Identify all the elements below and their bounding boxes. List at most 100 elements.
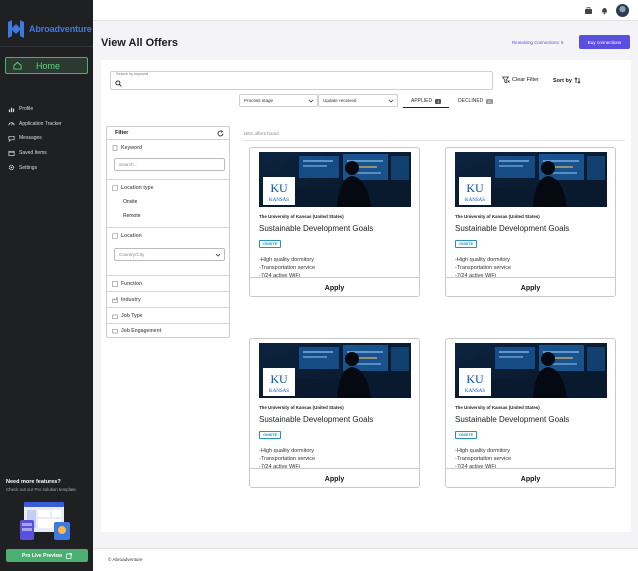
bell-icon[interactable] — [600, 6, 609, 15]
filter-section-function[interactable]: Function — [107, 276, 229, 292]
chevron-down-icon — [388, 99, 394, 103]
filter-section-industry[interactable]: Industry — [107, 292, 229, 308]
top-bar — [93, 0, 638, 21]
filter-location-text: Location — [121, 233, 142, 239]
university-logo-subtext: KANSAS — [269, 198, 289, 203]
remaining-connections: Remaining Connections: 5 — [512, 40, 564, 45]
filter-section-keyword: Keyword Search... — [107, 140, 229, 180]
filter-location-type-label: Location type — [112, 185, 154, 191]
filter-keyword-input[interactable]: Search... — [114, 158, 225, 171]
location-option-onsite[interactable]: Onsite — [123, 199, 137, 205]
offer-perk: -Transportation service — [259, 456, 316, 462]
filter-keyword-placeholder: Search... — [119, 162, 138, 167]
gauge-icon — [8, 122, 15, 126]
university-logo-subtext: KANSAS — [465, 389, 485, 394]
update-received-select[interactable]: Update received — [318, 94, 398, 107]
offer-university: The University of Kansas (United States) — [259, 214, 344, 219]
location-select[interactable]: Country/City — [114, 248, 225, 261]
sidebar-item-application-tracker[interactable]: Application Tracker — [8, 117, 62, 132]
apply-button[interactable]: Apply — [446, 278, 615, 296]
tab-declined-count: 0 — [486, 98, 493, 104]
offer-card[interactable]: KU KANSAS The University of Kansas (Unit… — [445, 338, 616, 488]
page-title: View All Offers — [101, 37, 179, 49]
logo-text: Abroadventure — [29, 24, 92, 34]
sidebar-item-label: Settings — [19, 164, 38, 171]
gear-icon — [8, 164, 15, 171]
filter-panel: Filter Keyword Search... Location type O… — [106, 126, 230, 338]
tab-applied-label: APPLIED — [411, 98, 433, 104]
location-placeholder: Country/City — [119, 252, 145, 257]
sort-by-button[interactable]: Sort by — [553, 77, 581, 84]
filter-section-job-engagement[interactable]: Job Engagement — [107, 324, 229, 338]
offer-card-image: KU KANSAS — [259, 152, 411, 207]
filter-keyword-text: Keyword — [121, 145, 143, 151]
logo[interactable]: Abroadventure — [6, 18, 92, 40]
apply-button[interactable]: Apply — [250, 469, 419, 487]
offers-panel: Search by keyword Clear Filter Sort by P… — [101, 60, 631, 532]
external-link-icon — [66, 552, 72, 559]
sidebar-item-profile[interactable]: Profile — [8, 102, 62, 117]
chat-icon — [8, 135, 15, 142]
filter-keyword-label: Keyword — [112, 145, 142, 151]
offer-university: The University of Kansas (United States) — [455, 405, 540, 410]
filter-job-type-label: Job Type — [112, 313, 143, 319]
clear-filter-button[interactable]: Clear Filter — [502, 76, 539, 84]
sidebar-nav: Profile Application Tracker Messages Sav… — [8, 102, 62, 175]
sort-icon — [574, 77, 581, 84]
divider — [243, 140, 625, 141]
offer-university: The University of Kansas (United States) — [455, 214, 540, 219]
map-icon — [112, 233, 118, 239]
filter-job-engagement-label: Job Engagement — [112, 328, 161, 334]
offer-location-badge: ONSITE — [455, 240, 478, 248]
search-label: Search by keyword — [116, 72, 149, 76]
briefcase-icon[interactable] — [584, 6, 593, 15]
sidebar-item-label: Messages — [19, 135, 42, 142]
tab-applied[interactable]: APPLIED 1 — [411, 98, 442, 104]
offer-card-image: KU KANSAS — [259, 343, 411, 398]
tab-declined[interactable]: DECLINED 0 — [458, 98, 493, 104]
buy-connections-button[interactable]: Buy connections — [579, 35, 630, 49]
sidebar-item-messages[interactable]: Messages — [8, 131, 62, 146]
offer-perk: -Transportation service — [455, 456, 512, 462]
filter-function-label: Function — [112, 281, 142, 287]
offer-title: Sustainable Development Goals — [259, 224, 374, 233]
document-icon — [112, 145, 118, 151]
sidebar-item-settings[interactable]: Settings — [8, 160, 62, 175]
briefcase-icon — [112, 314, 118, 319]
avatar[interactable] — [616, 4, 629, 17]
sort-by-label: Sort by — [553, 77, 572, 84]
sidebar-item-saved-items[interactable]: Saved Items — [8, 146, 62, 161]
function-icon — [112, 281, 118, 287]
pro-live-preview-label: Pro Live Preview — [21, 552, 63, 559]
pro-live-preview-button[interactable]: Pro Live Preview — [6, 549, 88, 562]
offer-card[interactable]: KU KANSAS The University of Kansas (Unit… — [249, 338, 420, 488]
filter-location-label: Location — [112, 233, 142, 239]
location-option-remote[interactable]: Remote — [123, 213, 141, 219]
sidebar-item-home[interactable]: Home — [5, 57, 88, 74]
bookmark-icon — [8, 150, 15, 156]
offer-card[interactable]: KU KANSAS The University of Kansas (Unit… — [445, 147, 616, 297]
refresh-icon[interactable] — [217, 129, 224, 137]
promo-title: Need more features? — [6, 479, 61, 485]
footer-copyright: © Abroadventure — [108, 557, 143, 562]
apply-button[interactable]: Apply — [446, 469, 615, 487]
offer-location-badge: ONSITE — [455, 431, 478, 439]
promo-illustration — [20, 502, 70, 540]
offer-card[interactable]: KU KANSAS The University of Kansas (Unit… — [249, 147, 420, 297]
tab-declined-label: DECLINED — [458, 98, 484, 104]
search-input[interactable]: Search by keyword — [110, 71, 493, 90]
sidebar-item-label: Saved Items — [19, 150, 47, 157]
filter-section-job-type[interactable]: Job Type — [107, 308, 229, 324]
filter-industry-label: Industry — [112, 297, 141, 303]
filter-location-type-text: Location type — [121, 185, 154, 191]
filter-section-location-type: Location type Onsite Remote — [107, 181, 229, 228]
filter-function-text: Function — [121, 281, 143, 287]
sidebar-item-label: Profile — [19, 106, 34, 113]
sidebar: Abroadventure Home Profile Application T… — [0, 0, 93, 571]
apply-button[interactable]: Apply — [250, 278, 419, 296]
university-logo-text: KU — [466, 372, 484, 386]
chevron-down-icon — [308, 99, 314, 103]
offer-perk: -Transportation service — [259, 265, 316, 271]
university-logo-text: KU — [270, 372, 288, 386]
process-stage-select[interactable]: Process stage — [239, 94, 318, 107]
